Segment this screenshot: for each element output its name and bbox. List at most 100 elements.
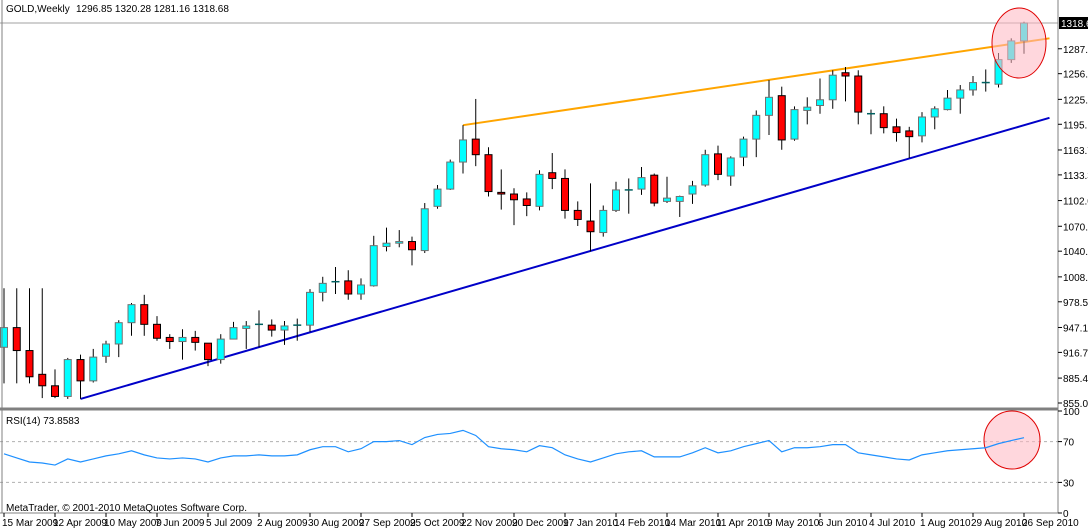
candle-body-bull (395, 241, 404, 244)
time-tick-label: 22 Nov 2009 (461, 518, 518, 528)
price-tick-label: 916.75 (1063, 348, 1088, 359)
candle-body-bear (191, 336, 200, 343)
candle-body-bull (433, 188, 442, 207)
candle-body-bear (854, 75, 863, 113)
candle-body-bear (165, 336, 174, 343)
price-tick-label: 885.40 (1063, 374, 1088, 385)
rsi-tick-label: 70 (1063, 438, 1075, 449)
price-tick-label: 1070.65 (1063, 222, 1088, 233)
price-highlight-circle (991, 7, 1047, 79)
candle (216, 334, 225, 364)
time-tick-label: 2 Aug 2009 (257, 518, 308, 528)
candle-body-bull (127, 304, 136, 324)
candle-body-bear (76, 359, 85, 382)
candle (484, 147, 493, 197)
candle-body-bull (701, 154, 710, 186)
time-tick-label: 27 Sep 2009 (359, 518, 416, 528)
candle-body-bull (739, 138, 748, 158)
time-tick-label: 4 Jul 2010 (869, 518, 916, 528)
candle (599, 205, 608, 237)
candle-body-bull (446, 161, 455, 190)
candle-body-bear (344, 280, 353, 295)
time-tick-label: 12 Apr 2009 (53, 518, 107, 528)
time-tick-label: 20 Dec 2009 (512, 518, 569, 528)
candle-body-bull (216, 338, 225, 361)
candle-body-bull (675, 195, 684, 202)
time-tick-label: 25 Oct 2009 (410, 518, 465, 528)
candle-body-bull (280, 325, 289, 331)
candle-body-bear (714, 153, 722, 175)
time-tick-label: 6 Jun 2010 (818, 518, 868, 528)
candle (535, 170, 544, 211)
candle (446, 159, 455, 190)
symbol-label: GOLD,Weekly (6, 4, 70, 15)
candle-body-bull (918, 116, 926, 137)
candle-body-bull (816, 99, 824, 107)
time-tick-label: 5 Jul 2009 (206, 518, 253, 528)
price-tick-label: 947.15 (1063, 323, 1088, 334)
candle (420, 203, 429, 254)
candle-body-bear (408, 241, 416, 251)
time-tick-label: 10 May 2009 (104, 518, 162, 528)
candle-body-bull (688, 185, 697, 195)
candle-body-bull (459, 139, 467, 163)
current-price-label: 1318.68 (1061, 19, 1088, 30)
candle-body-bear (905, 130, 914, 138)
ohlc-label: 1296.85 1320.28 1281.16 1318.68 (76, 4, 229, 15)
candle-body-bull (637, 177, 646, 190)
candle (701, 149, 710, 187)
copyright-text: MetaTrader, © 2001-2010 MetaQuotes Softw… (6, 503, 247, 514)
candle-body-bear (561, 177, 569, 211)
candle-body-bull (599, 209, 608, 234)
time-tick-label: 30 Aug 2009 (308, 518, 365, 528)
price-tick-label: 1256.85 (1063, 70, 1088, 81)
candle-body-bear (12, 327, 21, 352)
candle-body-bull (89, 356, 98, 382)
candle-body-bear (892, 126, 901, 134)
candle-body-bear (497, 191, 506, 195)
price-tick-label: 1287.25 (1063, 45, 1088, 56)
candle (777, 86, 786, 150)
candle-body-bear (204, 342, 212, 361)
candle-body-bull (63, 359, 72, 397)
candle-body-bear (25, 350, 34, 378)
candle-body-bear (267, 324, 276, 331)
candle-body-bull (420, 208, 429, 252)
candle (63, 357, 72, 399)
time-tick-label: 14 Feb 2010 (614, 518, 671, 528)
candle (306, 289, 314, 332)
candle-body-bull (318, 282, 327, 293)
candle-body-bear (153, 323, 161, 339)
time-tick-label: 15 Mar 2009 (2, 518, 59, 528)
candle-body-bull (306, 291, 314, 326)
candle-body-bull (765, 96, 773, 116)
candle-body-bear (471, 138, 480, 156)
candle-body-bull (229, 327, 238, 340)
candle-body-bear (586, 220, 595, 233)
candle (790, 106, 799, 141)
candle-body-bear (38, 373, 47, 387)
candle-body-bull (663, 197, 671, 202)
candle-body-bull (828, 74, 837, 101)
candle-body-bull (369, 245, 378, 287)
candle-body-bull (114, 322, 123, 345)
candle-body-bull (803, 106, 812, 111)
candle-body-bull (790, 109, 799, 140)
candle-body-bear (879, 113, 888, 129)
time-tick-label: 1 Aug 2010 (920, 518, 971, 528)
candle-body-bear (510, 193, 518, 201)
rsi-tick-label: 30 (1063, 478, 1075, 489)
time-tick-label: 11 Apr 2010 (716, 518, 770, 528)
chart-window[interactable]: GOLD,Weekly 1296.85 1320.28 1281.16 1318… (0, 0, 1088, 528)
time-tick-label: 7 Jun 2009 (155, 518, 205, 528)
candle-body-bear (777, 95, 786, 141)
candle-body-bull (102, 343, 110, 357)
time-tick-label: 17 Jan 2010 (563, 518, 618, 528)
candle (650, 173, 659, 207)
candle-body-bear (484, 154, 493, 193)
price-tick-label: 1102.00 (1063, 197, 1088, 208)
candle-body-bull (178, 336, 187, 343)
price-tick-label: 1133.35 (1063, 171, 1088, 182)
candle-body-bull (930, 108, 939, 118)
candle-body-bull (726, 157, 735, 177)
